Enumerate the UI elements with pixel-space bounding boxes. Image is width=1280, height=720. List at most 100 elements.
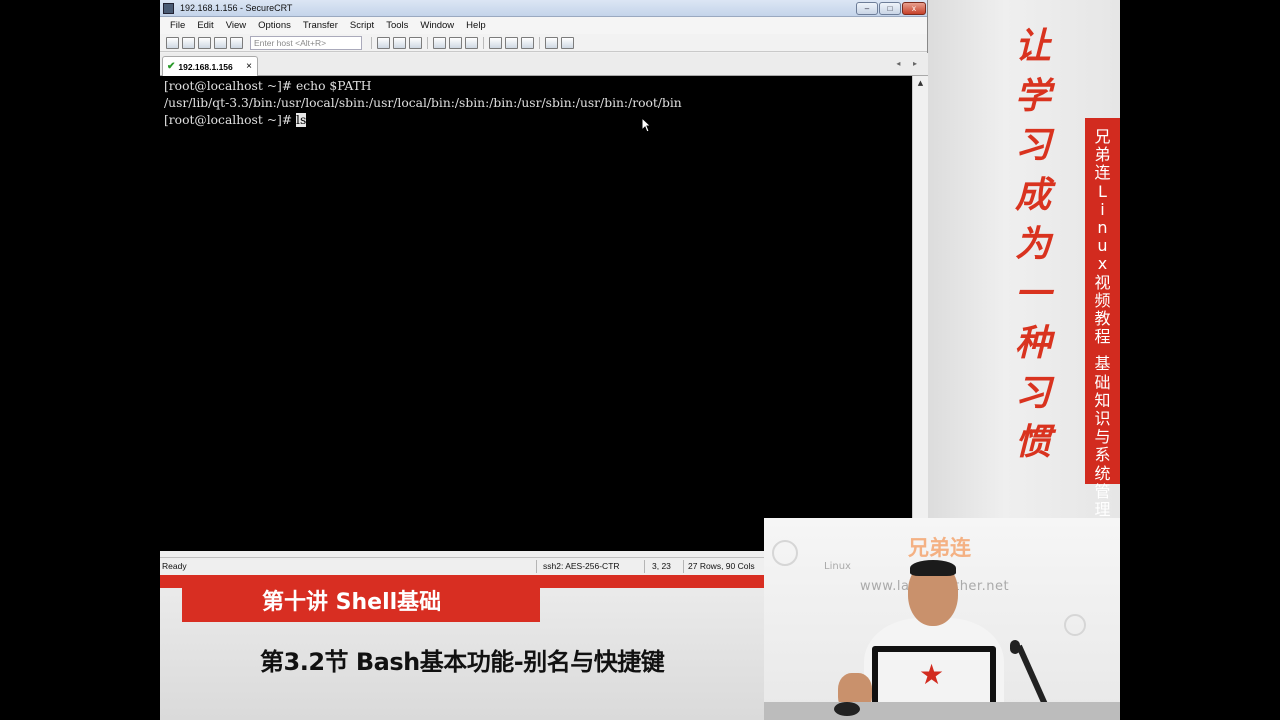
instructor-webcam: 兄弟连 Linux www.lampbrother.net ★ <box>764 518 1120 720</box>
slogan-char: 成 <box>1014 173 1051 216</box>
slogan-char: 惯 <box>1014 421 1051 463</box>
keymap-icon[interactable] <box>521 36 534 49</box>
title-bar: 192.168.1.156 - SecureCRT – □ x <box>160 0 927 17</box>
status-divider <box>644 560 645 573</box>
banner-char: x <box>1097 254 1108 274</box>
status-divider <box>536 560 537 573</box>
menu-view[interactable]: View <box>226 20 246 31</box>
securecrt-window: 192.168.1.156 - SecureCRT – □ x File Edi… <box>160 0 928 575</box>
banner-char: 与 <box>1094 427 1111 447</box>
course-banner: 兄 弟 连 L i n u x 视 频 教 程 基 础 知 识 与 系 统 管 … <box>1085 118 1120 519</box>
scroll-up-icon[interactable]: ▲ <box>913 76 928 90</box>
chapter-badge: 第十讲 Shell基础 <box>182 584 540 622</box>
toolbar: Enter host <Alt+R> <box>160 34 927 52</box>
terminal-command-selected: ls <box>296 113 307 127</box>
banner-char: 视 <box>1094 272 1111 292</box>
status-dims: 27 Rows, 90 Cols <box>688 561 755 571</box>
banner-char: 管 <box>1094 481 1111 501</box>
connected-check-icon: ✔ <box>167 61 176 72</box>
linux-text: Linux <box>824 561 851 572</box>
menu-options[interactable]: Options <box>258 20 291 31</box>
banner-char: 连 <box>1094 163 1111 183</box>
toolbar-separator <box>539 36 540 49</box>
video-frame: 192.168.1.156 - SecureCRT – □ x File Edi… <box>160 0 1120 720</box>
enter-host-input[interactable]: Enter host <Alt+R> <box>250 35 362 50</box>
menu-file[interactable]: File <box>170 20 185 31</box>
banner-char: 程 <box>1094 327 1111 347</box>
minimize-button[interactable]: – <box>856 1 878 15</box>
tab-bar: ✔ 192.168.1.156 × ◂ ▸ <box>160 53 928 76</box>
print-icon[interactable] <box>433 36 446 49</box>
slogan-char: 为 <box>1014 223 1051 265</box>
decor-circle <box>772 540 798 566</box>
mouse-pointer-icon <box>641 117 651 133</box>
banner-char: i <box>1100 199 1105 219</box>
menu-transfer[interactable]: Transfer <box>303 20 338 31</box>
slogan-calligraphy: 让 学 习 成 为 一 种 习 惯 <box>1008 22 1058 468</box>
brand-logo: 兄弟连 <box>908 536 971 560</box>
slogan-char: 学 <box>1014 74 1051 117</box>
tab-session[interactable]: ✔ 192.168.1.156 × <box>162 56 258 76</box>
menu-help[interactable]: Help <box>466 20 486 31</box>
securecrt-app-icon <box>163 2 174 14</box>
terminal-line: /usr/lib/qt-3.3/bin:/usr/local/sbin:/usr… <box>164 96 682 110</box>
lock-icon[interactable] <box>561 36 574 49</box>
paste-icon[interactable] <box>393 36 406 49</box>
print-selection-icon[interactable] <box>449 36 462 49</box>
banner-char: 系 <box>1094 445 1111 465</box>
slogan-char: 种 <box>1014 322 1051 364</box>
banner-char: 理 <box>1094 500 1111 520</box>
quick-connect-icon[interactable] <box>182 36 195 49</box>
banner-char: L <box>1098 181 1107 201</box>
section-title: 第3.2节 Bash基本功能-别名与快捷键 <box>260 648 665 676</box>
banner-char: 统 <box>1094 463 1111 483</box>
terminal-prompt: [root@localhost ~]# <box>164 113 297 127</box>
decor-circle <box>1064 614 1086 636</box>
terminal-line: [root@localhost ~]# echo $PATH <box>164 79 372 93</box>
copy-icon[interactable] <box>377 36 390 49</box>
connect-icon[interactable] <box>166 36 179 49</box>
menu-edit[interactable]: Edit <box>197 20 213 31</box>
banner-char: 弟 <box>1094 145 1111 165</box>
find-icon[interactable] <box>409 36 422 49</box>
tab-close-icon[interactable]: × <box>246 61 252 72</box>
maximize-button[interactable]: □ <box>879 1 901 15</box>
window-title: 192.168.1.156 - SecureCRT <box>180 3 293 13</box>
banner-char: 教 <box>1094 309 1111 329</box>
terminal-scrollbar[interactable]: ▲ ▼ <box>912 76 928 551</box>
status-ready: Ready <box>162 561 187 571</box>
disconnect-icon[interactable] <box>230 36 243 49</box>
terminal-output[interactable]: [root@localhost ~]# echo $PATH /usr/lib/… <box>160 76 912 551</box>
slogan-char: 习 <box>1014 371 1051 414</box>
menu-script[interactable]: Script <box>350 20 374 31</box>
menu-window[interactable]: Window <box>420 20 454 31</box>
printer-setup-icon[interactable] <box>465 36 478 49</box>
global-options-icon[interactable] <box>505 36 518 49</box>
toolbar-separator <box>427 36 428 49</box>
star-logo-icon: ★ <box>919 658 945 691</box>
computer-mouse <box>834 702 860 716</box>
menu-bar: File Edit View Options Transfer Script T… <box>160 17 927 34</box>
status-divider <box>683 560 684 573</box>
slogan-char: 习 <box>1014 124 1051 166</box>
window-controls: – □ x <box>856 1 926 15</box>
help-icon[interactable] <box>545 36 558 49</box>
reconnect-icon[interactable] <box>214 36 227 49</box>
session-options-icon[interactable] <box>489 36 502 49</box>
slogan-char: 一 <box>1014 272 1051 315</box>
banner-char: 知 <box>1094 390 1111 410</box>
banner-char: 兄 <box>1094 127 1111 146</box>
toolbar-separator <box>371 36 372 49</box>
menu-tools[interactable]: Tools <box>386 20 408 31</box>
close-button[interactable]: x <box>902 1 926 15</box>
banner-char: 识 <box>1094 409 1111 429</box>
banner-char: 频 <box>1094 290 1111 310</box>
banner-char: n <box>1097 218 1108 238</box>
connect-tab-icon[interactable] <box>198 36 211 49</box>
instructor-hair <box>910 560 956 576</box>
status-cipher: ssh2: AES-256-CTR <box>543 561 620 571</box>
tab-label: 192.168.1.156 <box>178 61 233 72</box>
banner-char: 础 <box>1094 372 1111 392</box>
toolbar-separator <box>483 36 484 49</box>
tab-nav-arrows-icon[interactable]: ◂ ▸ <box>896 59 922 68</box>
